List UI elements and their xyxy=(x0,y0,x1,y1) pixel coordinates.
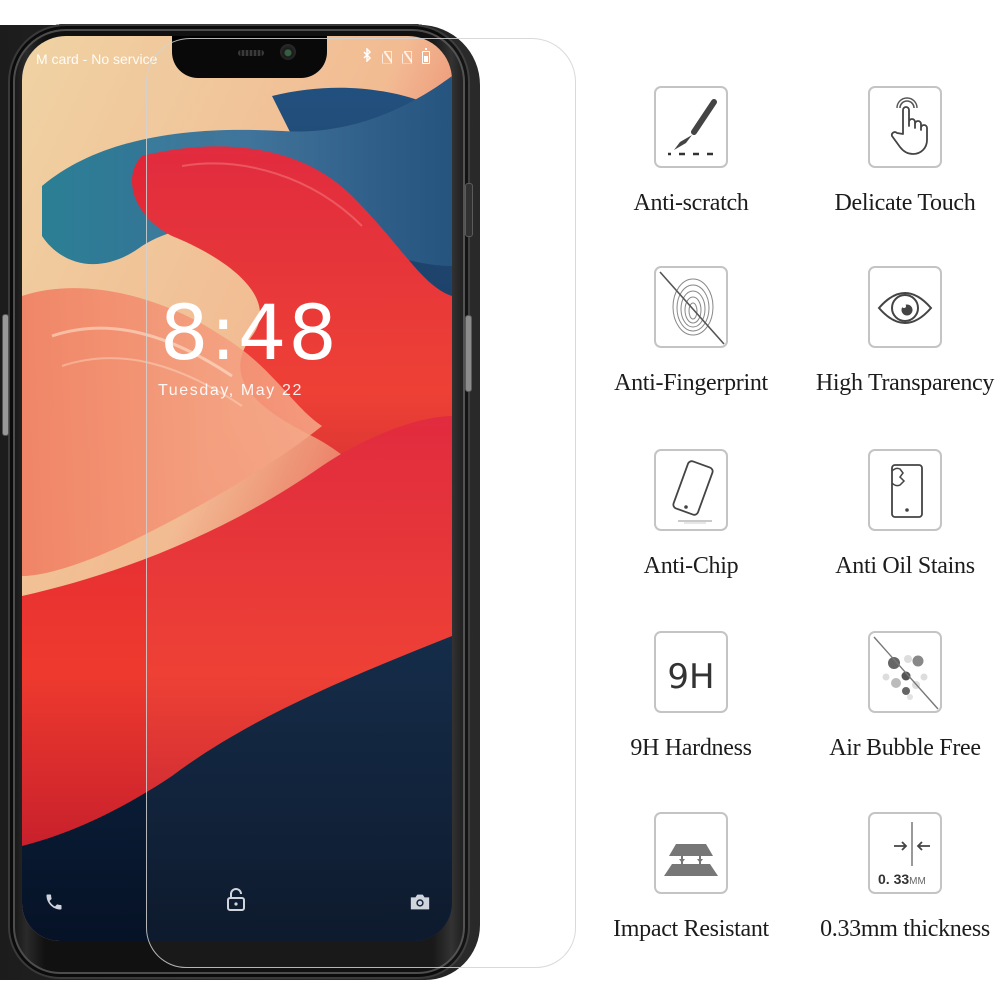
scalpel-icon xyxy=(654,86,728,168)
thickness-icon: 0. 33MM xyxy=(868,812,942,894)
eye-icon xyxy=(868,266,942,348)
9h-icon-text: 9H xyxy=(667,657,714,697)
tilted-phone-icon xyxy=(654,449,728,531)
touch-hand-icon xyxy=(868,86,942,168)
no-bubbles-icon xyxy=(868,631,942,713)
feature-label: Anti Oil Stains xyxy=(835,553,975,579)
volume-button xyxy=(2,314,9,436)
feature-label: Delicate Touch xyxy=(834,190,976,216)
status-icons xyxy=(363,47,430,66)
alert-slider xyxy=(465,183,473,237)
feature-label: Anti-scratch xyxy=(633,190,749,216)
power-button xyxy=(465,315,472,392)
feature-9h-hardness: 9H 9H Hardness xyxy=(581,631,801,762)
feature-label: Air Bubble Free xyxy=(829,735,981,761)
feature-label: 0.33mm thickness xyxy=(820,916,990,942)
lock-screen-time: 8:48 xyxy=(160,288,339,377)
thickness-value: 0. 33 xyxy=(878,871,909,887)
phone-screen: M card - No service 8:48 Tuesday, May 22 xyxy=(22,36,452,941)
phone-icon[interactable] xyxy=(44,892,64,917)
feature-label: Anti-Chip xyxy=(643,553,739,579)
earpiece-speaker xyxy=(238,50,264,56)
camera-icon[interactable] xyxy=(409,892,431,917)
feature-impact-resistant: Impact Resistant xyxy=(581,812,801,943)
no-sim-icon xyxy=(402,50,412,64)
no-sim-icon xyxy=(382,50,392,64)
bluetooth-icon xyxy=(363,47,372,66)
9h-icon: 9H xyxy=(654,631,728,713)
feature-anti-oil-stains: Anti Oil Stains xyxy=(795,449,1000,580)
feature-delicate-touch: Delicate Touch xyxy=(795,86,1000,217)
wallpaper xyxy=(22,36,452,941)
notch xyxy=(172,36,327,78)
svg-text:0. 33MM: 0. 33MM xyxy=(878,871,926,887)
feature-label: Anti-Fingerprint xyxy=(614,370,768,396)
thickness-unit: MM xyxy=(909,876,926,887)
feature-label: High Transparency xyxy=(815,370,995,396)
feature-high-transparency: High Transparency xyxy=(795,266,1000,397)
carrier-status: M card - No service xyxy=(36,51,158,67)
feature-anti-scratch: Anti-scratch xyxy=(581,86,801,217)
feature-thickness: 0. 33MM 0.33mm thickness xyxy=(795,812,1000,943)
feature-air-bubble-free: Air Bubble Free xyxy=(795,631,1000,762)
feature-anti-chip: Anti-Chip xyxy=(581,449,801,580)
feature-anti-fingerprint: Anti-Fingerprint xyxy=(581,266,801,397)
unlock-icon[interactable] xyxy=(226,888,246,917)
feature-label: Impact Resistant xyxy=(613,916,769,942)
no-fingerprint-icon xyxy=(654,266,728,348)
battery-icon xyxy=(422,47,430,64)
feature-label: 9H Hardness xyxy=(630,735,752,761)
layers-icon xyxy=(654,812,728,894)
phone-stain-icon xyxy=(868,449,942,531)
front-camera xyxy=(280,44,296,60)
lock-screen-date: Tuesday, May 22 xyxy=(158,382,303,399)
